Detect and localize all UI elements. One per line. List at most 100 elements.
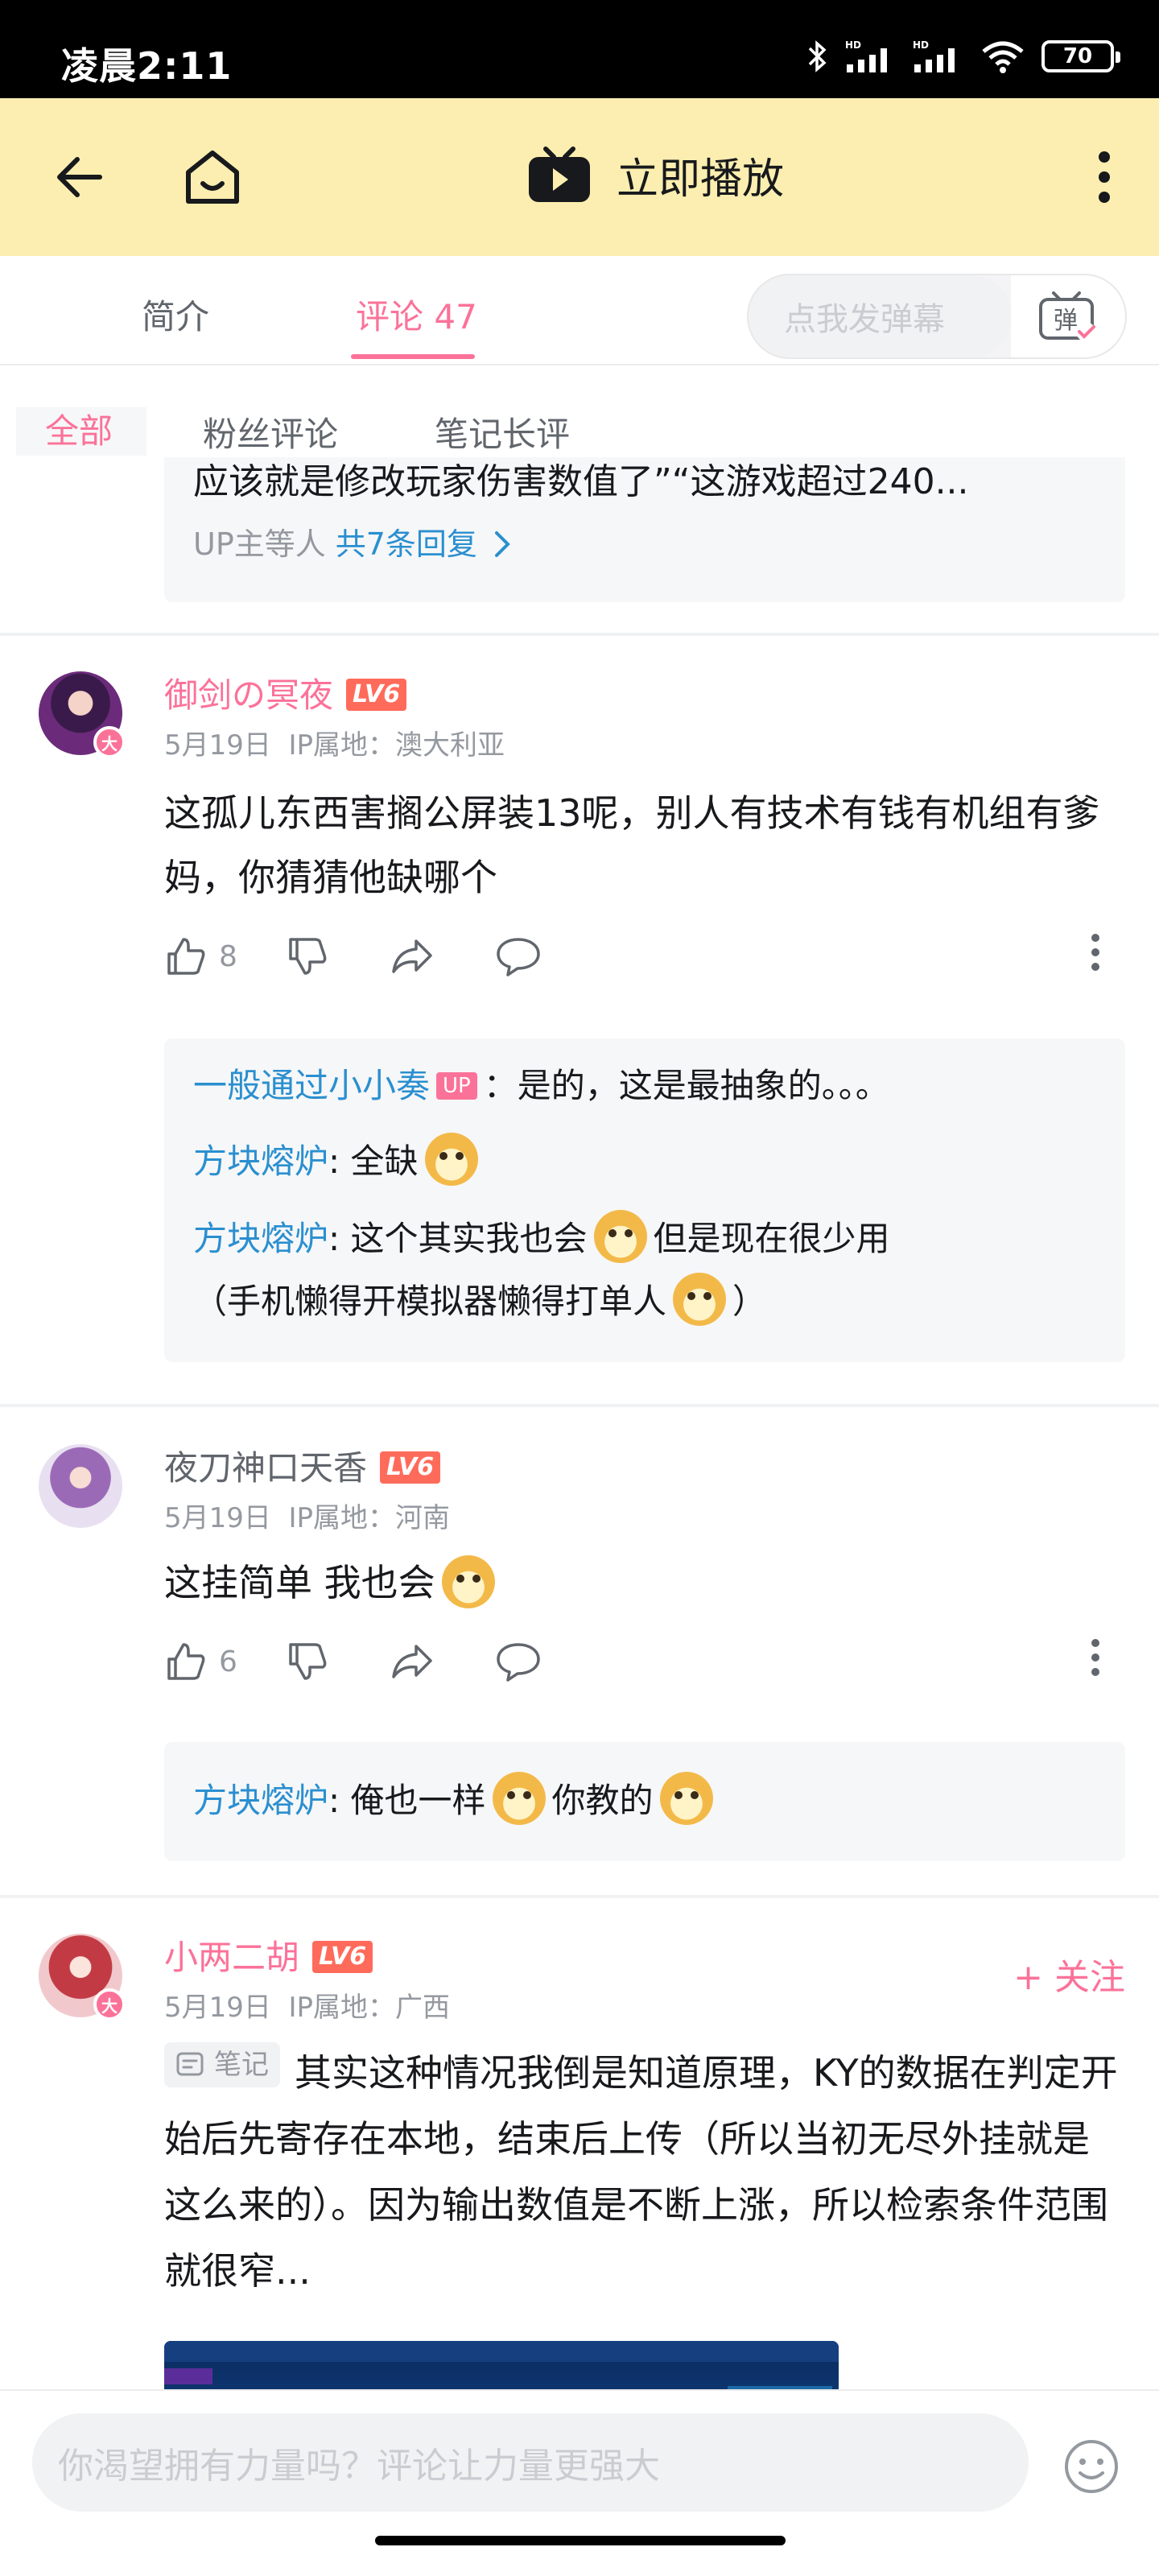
reply-box[interactable]: 一般通过小小奏 UP ：是的，这是最抽象的。。。 方块熔炉: 全缺 方块熔炉: 这个… — [164, 1038, 1125, 1362]
comment-ip: IP属地：澳大利亚 — [288, 729, 505, 762]
reply-author[interactable]: 一般通过小小奏 — [193, 1066, 430, 1105]
level-badge: LV6 — [312, 1941, 373, 1973]
doge-emoji-icon — [673, 1273, 727, 1326]
home-button[interactable] — [172, 137, 253, 217]
app-bar: 立即播放 — [0, 98, 1159, 256]
prev-reply-box: 应该就是修改玩家伤害数值了”“这游戏超过240... UP主等人 共7条回复 — [164, 457, 1125, 602]
more-options-button[interactable] — [1064, 137, 1145, 217]
filter-fan-comments[interactable]: 粉丝评论 — [203, 407, 338, 456]
thumbs-down-icon — [289, 1643, 327, 1680]
reply-button[interactable] — [495, 935, 553, 978]
bottom-comment-bar: 你渴望拥有力量吗？评论让力量更强大 — [0, 2389, 1159, 2576]
tab-comments[interactable]: 评论 47 — [356, 290, 477, 339]
share-button[interactable] — [389, 935, 447, 978]
comment-input[interactable]: 你渴望拥有力量吗？评论让力量更强大 — [32, 2413, 1029, 2512]
comment-image[interactable] — [164, 2341, 839, 2389]
comment-more-button[interactable] — [1090, 932, 1101, 976]
filter-note-reviews[interactable]: 笔记长评 — [435, 407, 570, 456]
reply-item: 一般通过小小奏 UP ：是的，这是最抽象的。。。 — [193, 1055, 1103, 1117]
reply-prefix: UP主等人 — [193, 526, 326, 562]
comment-text: 笔记 其实这种情况我倒是知道原理，KY的数据在判定开始后先寄存在本地，结束后上传… — [164, 2040, 1125, 2304]
comment-text: 这挂简单 我也会 — [164, 1550, 1125, 1615]
filter-all[interactable]: 全部 — [16, 407, 146, 456]
svg-text:HD: HD — [845, 39, 861, 51]
comment-actions: 6 — [164, 1637, 1125, 1686]
comment-actions: 8 — [164, 932, 1125, 980]
comment-text-body: 这挂简单 我也会 — [164, 1561, 435, 1604]
like-button[interactable]: 8 — [164, 935, 237, 978]
play-now-button[interactable]: 立即播放 — [526, 145, 784, 205]
emoji-button[interactable] — [1062, 2438, 1120, 2499]
signal-icon: HD — [845, 39, 887, 72]
note-tag-label: 笔记 — [214, 2049, 269, 2081]
comment-more-button[interactable] — [1090, 1637, 1101, 1681]
bluetooth-icon — [808, 40, 827, 72]
reply-author[interactable]: 方块熔炉 — [193, 1219, 328, 1258]
avatar[interactable]: 大 — [39, 671, 126, 758]
danmaku-toggle-button[interactable]: 弹 — [1011, 275, 1125, 357]
avatar[interactable]: 大 — [39, 1934, 126, 2021]
vip-badge: 大 — [93, 726, 126, 758]
comment-meta: 5月19日 IP属地：广西 — [164, 1985, 450, 2025]
status-icons: HD HD 70 — [806, 39, 1120, 74]
reply-author[interactable]: 方块熔炉 — [193, 1141, 328, 1181]
tab-intro[interactable]: 简介 — [142, 290, 209, 339]
note-icon — [176, 2052, 204, 2076]
note-tag: 笔记 — [164, 2042, 280, 2087]
kebab-menu-icon — [1091, 934, 1099, 971]
home-indicator[interactable] — [375, 2536, 786, 2545]
comment-date: 5月19日 — [164, 1502, 271, 1534]
comment-ip: IP属地：河南 — [288, 1502, 451, 1534]
tabs-bar: 简介 评论 47 点我发弹幕 弹 — [0, 256, 1159, 365]
like-button[interactable]: 6 — [164, 1640, 237, 1683]
username-text: 小两二胡 — [164, 1938, 300, 1977]
reply-text-cont: 但是现在很少用 — [653, 1219, 890, 1258]
active-tab-indicator — [351, 354, 475, 359]
reply-text: : 全缺 — [328, 1141, 419, 1181]
reply-text-cont: （手机懒得开模拟器懒得打单人 — [193, 1282, 667, 1321]
prev-reply-text: 应该就是修改玩家伤害数值了”“这游戏超过240... — [193, 461, 969, 502]
reply-button[interactable] — [495, 1640, 553, 1683]
avatar[interactable] — [39, 1444, 122, 1528]
username-text: 夜刀神口天香 — [164, 1448, 368, 1488]
doge-emoji-icon — [659, 1772, 713, 1825]
comment-filters: 全部 粉丝评论 笔记长评 — [0, 367, 1159, 457]
status-bar: 凌晨2:11 HD HD 70 — [0, 0, 1159, 98]
dislike-button[interactable] — [286, 1640, 340, 1683]
avatar-image — [39, 1444, 122, 1528]
dislike-button[interactable] — [286, 935, 340, 978]
tv-play-icon — [529, 146, 590, 202]
battery-level: 70 — [1062, 44, 1093, 68]
thumbs-down-icon — [289, 938, 327, 975]
comment-username[interactable]: 小两二胡 LV6 — [164, 1930, 373, 1979]
svg-text:弹: 弹 — [1054, 307, 1078, 335]
kebab-menu-icon — [1099, 151, 1110, 203]
danmaku-input[interactable]: 点我发弹幕 — [749, 275, 1013, 357]
divider — [0, 633, 1159, 636]
doge-emoji-icon — [593, 1210, 647, 1263]
reply-author[interactable]: 方块熔炉 — [193, 1781, 328, 1820]
chevron-right-icon — [494, 531, 510, 557]
reply-text: ：是的，这是最抽象的。。。 — [483, 1066, 889, 1105]
reply-text-cont: ） — [732, 1282, 767, 1321]
comment-ip: IP属地：广西 — [288, 1992, 451, 2024]
comment-username[interactable]: 御剑の冥夜 LV6 — [164, 668, 407, 717]
divider — [0, 1404, 1159, 1407]
view-replies-link[interactable]: UP主等人 共7条回复 — [193, 520, 514, 568]
comment-bubble-icon — [497, 938, 540, 976]
back-button[interactable] — [39, 137, 119, 217]
reply-item: 方块熔炉: 俺也一样 你教的 — [193, 1769, 1103, 1832]
comment-meta: 5月19日 IP属地：澳大利亚 — [164, 723, 505, 762]
doge-emoji-icon — [424, 1133, 478, 1186]
share-button[interactable] — [389, 1640, 447, 1683]
share-icon — [392, 939, 432, 973]
signal-icon-2: HD — [913, 39, 955, 72]
up-tag: UP — [436, 1072, 477, 1100]
share-icon — [392, 1645, 432, 1678]
level-badge: LV6 — [346, 679, 407, 711]
follow-button[interactable]: + 关注 — [1013, 1948, 1125, 2000]
reply-box[interactable]: 方块熔炉: 俺也一样 你教的 — [164, 1742, 1125, 1861]
divider — [0, 1895, 1159, 1898]
like-count: 8 — [219, 939, 237, 973]
comment-username[interactable]: 夜刀神口天香 LV6 — [164, 1441, 441, 1490]
